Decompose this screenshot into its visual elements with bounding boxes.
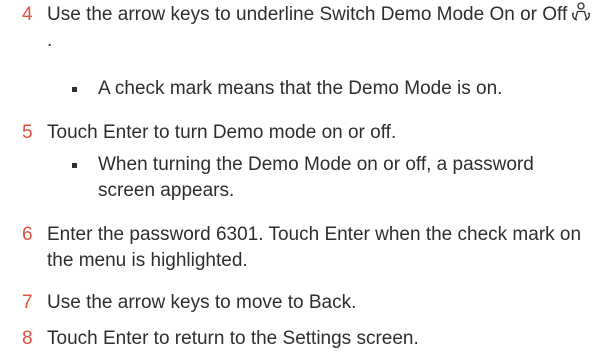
bullet-text: When turning the Demo Mode on or off, a … — [98, 154, 534, 201]
step-text-end: . — [47, 30, 53, 51]
step-4: 4 Use the arrow keys to underline Switch… — [22, 2, 592, 56]
step-number: 7 — [22, 292, 33, 313]
bullet-item: A check mark means that the Demo Mode is… — [72, 76, 587, 102]
step-8: 8 Touch Enter to return to the Settings … — [22, 326, 592, 352]
demo-mode-person-icon — [571, 2, 591, 21]
bullet-marker — [72, 163, 77, 168]
instruction-page: 4 Use the arrow keys to underline Switch… — [0, 0, 607, 356]
step-text: Use the arrow keys to move to Back. — [47, 292, 357, 313]
step-number: 8 — [22, 328, 33, 349]
step-text: Use the arrow keys to underline Switch D… — [47, 2, 592, 54]
step-number: 5 — [22, 122, 33, 143]
bullet-item: When turning the Demo Mode on or off, a … — [72, 152, 587, 204]
step-number: 6 — [22, 224, 33, 245]
step-text: Touch Enter to return to the Settings sc… — [47, 328, 419, 349]
bullet-text: A check mark means that the Demo Mode is… — [98, 78, 503, 99]
step-6: 6 Enter the password 6301. Touch Enter w… — [22, 222, 592, 274]
bullet-marker — [72, 87, 77, 92]
step-text: Enter the password 6301. Touch Enter whe… — [47, 224, 582, 271]
step-text: Touch Enter to turn Demo mode on or off. — [47, 122, 397, 143]
step-text-part: Use the arrow keys to underline Switch D… — [47, 4, 568, 25]
step-5: 5 Touch Enter to turn Demo mode on or of… — [22, 120, 592, 146]
step-7: 7 Use the arrow keys to move to Back. — [22, 290, 592, 316]
step-number: 4 — [22, 4, 33, 25]
